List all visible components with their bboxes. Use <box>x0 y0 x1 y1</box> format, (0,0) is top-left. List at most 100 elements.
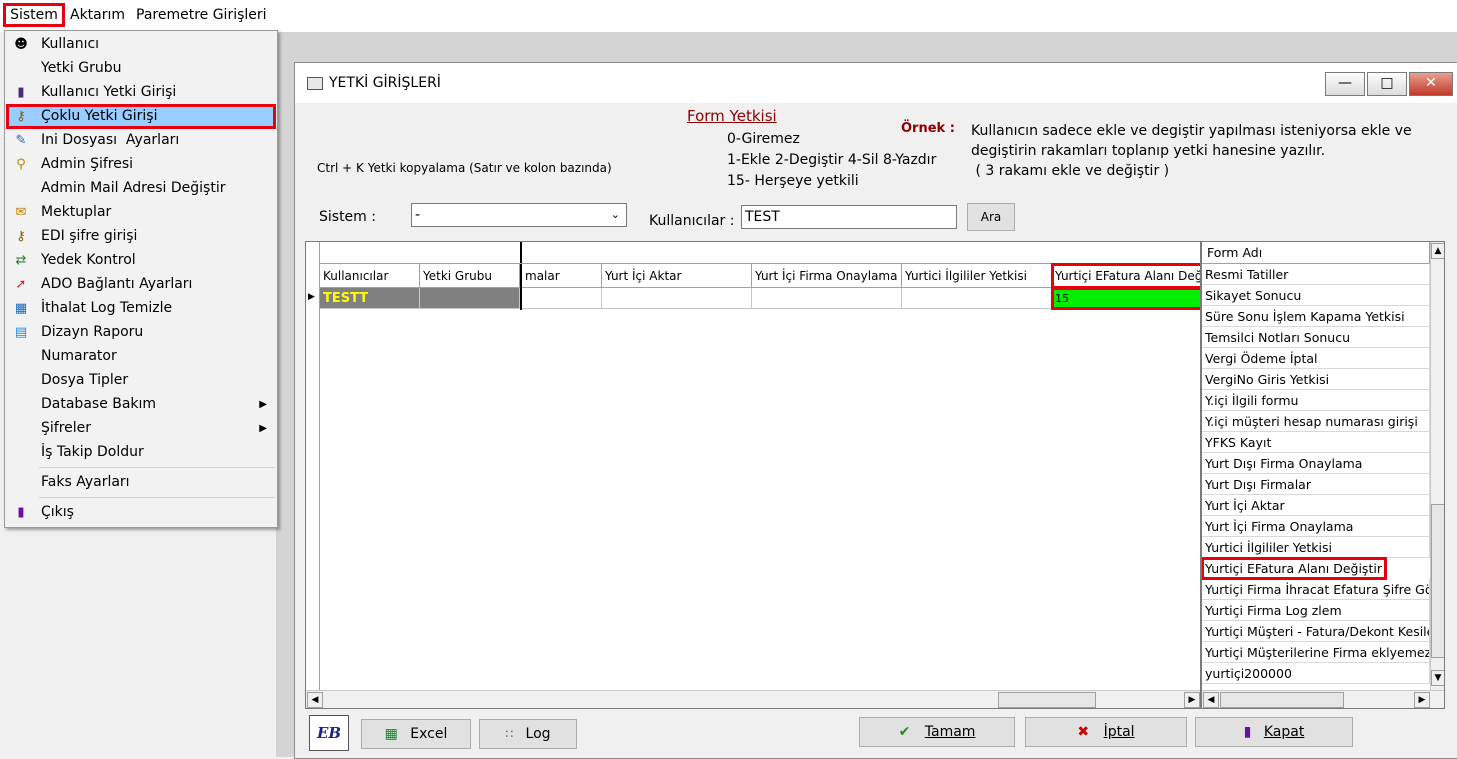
copy-hint: Ctrl + K Yetki kopyalama (Satır ve kolon… <box>317 161 612 175</box>
menu-paremetre-girisleri[interactable]: Paremetre Girişleri <box>134 4 269 26</box>
menu-item-is-takip[interactable]: İş Takip Doldur <box>7 441 275 464</box>
grid-header-yurtici-ilgililer[interactable]: Yurtici İlgililer Yetkisi <box>902 264 1052 288</box>
menu-item-ithalat-log[interactable]: ▦ İthalat Log Temizle <box>7 297 275 320</box>
grid-header-yurt-ici-aktar[interactable]: Yurt İçi Aktar <box>602 264 752 288</box>
scroll-down-icon[interactable]: ▼ <box>1431 670 1444 686</box>
menu-item-kullanici-yetki-girisi[interactable]: ▮ Kullanıcı Yetki Girişi <box>7 81 275 104</box>
grid-header-yetki-grubu[interactable]: Yetki Grubu <box>420 264 520 288</box>
list-item[interactable]: Yurt Dışı Firmalar <box>1202 474 1430 495</box>
list-hscrollbar[interactable]: ◀ ▶ <box>1202 690 1444 708</box>
list-item[interactable]: VergiNo Giris Yetkisi <box>1202 369 1430 390</box>
scroll-right-icon[interactable]: ▶ <box>1184 692 1200 708</box>
list-item[interactable]: Yurtiçi Müşterilerine Firma eklyemez <box>1202 642 1430 663</box>
grid-cell-group[interactable] <box>420 288 520 309</box>
menu-aktarim[interactable]: Aktarım <box>68 4 127 26</box>
log-button-label: Log <box>525 726 551 742</box>
kapat-button[interactable]: ▮ Kapat <box>1195 717 1353 747</box>
submenu-arrow-icon: ▶ <box>259 423 267 434</box>
list-item[interactable]: Yurtiçi Firma Log zlem <box>1202 600 1430 621</box>
form-list[interactable]: Form Adı Resmi Tatiller Sikayet Sonucu S… <box>1201 241 1445 709</box>
excel-icon: ▦ <box>384 726 398 742</box>
edit-file-icon: ✎ <box>15 133 27 148</box>
backup-icon: ⇄ <box>15 253 27 268</box>
scroll-left-icon[interactable]: ◀ <box>1203 692 1219 708</box>
scroll-right-icon[interactable]: ▶ <box>1414 692 1430 708</box>
menu-item-cikis[interactable]: ▮ Çıkış <box>7 501 275 524</box>
close-icon[interactable]: ✕ <box>1409 72 1453 96</box>
tamam-button[interactable]: ✔ Tamam <box>859 717 1015 747</box>
grid-cell-malar[interactable] <box>522 288 602 309</box>
menu-item-mektuplar[interactable]: ✉ Mektuplar <box>7 201 275 224</box>
menu-item-admin-mail[interactable]: Admin Mail Adresi Değiştir <box>7 177 275 200</box>
list-item[interactable]: Y.içi İlgili formu <box>1202 390 1430 411</box>
grid-band-header <box>320 242 1200 264</box>
list-item[interactable]: YFKS Kayıt <box>1202 432 1430 453</box>
grid-header-yurt-ici-firma-onaylama[interactable]: Yurt İçi Firma Onaylama <box>752 264 902 288</box>
list-hscroll-thumb[interactable] <box>1220 692 1344 708</box>
iptal-button-label: İptal <box>1103 724 1135 740</box>
log-button[interactable]: ∷ Log <box>479 719 577 749</box>
list-item[interactable]: Vergi Ödeme İptal <box>1202 348 1430 369</box>
grid-header-efatura[interactable]: Yurtiçi EFatura Alanı Değ <box>1051 263 1200 289</box>
menu-item-dosya-tipler[interactable]: Dosya Tipler <box>7 369 275 392</box>
list-item[interactable]: Yurt İçi Firma Onaylama <box>1202 516 1430 537</box>
list-vscroll-thumb[interactable] <box>1431 504 1444 658</box>
sistem-label: Sistem : <box>319 209 376 225</box>
kapat-button-label: Kapat <box>1263 724 1305 740</box>
menu-item-database-bakim[interactable]: Database Bakım ▶ <box>7 393 275 416</box>
list-item[interactable]: Yurtici İlgililer Yetkisi <box>1202 537 1430 558</box>
permissions-grid[interactable]: Kullanıcılar Yetki Grubu malar Yurt İçi … <box>305 241 1201 709</box>
minimize-icon[interactable]: — <box>1325 72 1365 96</box>
menu-item-coklu-yetki-girisi[interactable]: ⚷ Çoklu Yetki Girişi <box>6 104 276 129</box>
list-item[interactable]: Sikayet Sonucu <box>1202 285 1430 306</box>
list-item[interactable]: Yurtiçi Firma İhracat Efatura Şifre Göst… <box>1202 579 1430 600</box>
grid-cell-efatura[interactable]: 15 <box>1051 287 1200 310</box>
list-item[interactable]: Süre Sonu İşlem Kapama Yetkisi <box>1202 306 1430 327</box>
grid-cell-user[interactable]: TESTT <box>320 288 420 309</box>
check-icon: ✔ <box>898 724 911 740</box>
list-item[interactable]: Yurtiçi Müşteri - Fatura/Dekont Kesilebi… <box>1202 621 1430 642</box>
menu-item-yedek-kontrol[interactable]: ⇄ Yedek Kontrol <box>7 249 275 272</box>
list-vscrollbar[interactable]: ▲ ▼ <box>1430 242 1444 690</box>
grid-hscroll-thumb[interactable] <box>998 692 1096 708</box>
excel-button[interactable]: ▦ Excel <box>361 719 471 749</box>
list-item[interactable]: Yurt Dışı Firma Onaylama <box>1202 453 1430 474</box>
menu-sistem[interactable]: Sistem <box>3 3 65 27</box>
list-item[interactable]: Resmi Tatiller <box>1202 264 1430 285</box>
grid-header-kullanicilar[interactable]: Kullanıcılar <box>320 264 420 288</box>
submenu-arrow-icon: ▶ <box>259 399 267 410</box>
menu-item-sifreler[interactable]: Şifreler ▶ <box>7 417 275 440</box>
menu-item-ado-baglanti[interactable]: ➚ ADO Bağlantı Ayarları <box>7 273 275 296</box>
list-item[interactable]: Y.içi müşteri hesap numarası girişi <box>1202 411 1430 432</box>
list-item[interactable]: yurtiçi200000 <box>1202 663 1430 684</box>
form-list-header[interactable]: Form Adı <box>1202 242 1430 264</box>
kullanicilar-input[interactable]: TEST <box>741 205 957 229</box>
iptal-button[interactable]: ✖ İptal <box>1025 717 1187 747</box>
menu-item-dizayn-raporu[interactable]: ▤ Dizayn Raporu <box>7 321 275 344</box>
exit-icon: ▮ <box>17 505 25 520</box>
menu-item-edi-sifre[interactable]: ⚷ EDI şifre girişi <box>7 225 275 248</box>
keys-icon: ⚷ <box>16 109 26 124</box>
menu-item-yetki-grubu[interactable]: Yetki Grubu <box>7 57 275 80</box>
list-item[interactable]: Temsilci Notları Sonucu <box>1202 327 1430 348</box>
maximize-icon[interactable]: □ <box>1367 72 1407 96</box>
grid-cell-yurt-ici-aktar[interactable] <box>602 288 752 309</box>
grid-cell-ilgililer[interactable] <box>902 288 1052 309</box>
scroll-left-icon[interactable]: ◀ <box>307 692 323 708</box>
sistem-select-value: - <box>415 207 421 223</box>
list-item[interactable]: Yurt İçi Aktar <box>1202 495 1430 516</box>
grid-hscrollbar[interactable]: ◀ ▶ <box>306 690 1200 708</box>
menu-item-faks-ayarlari[interactable]: Faks Ayarları <box>7 471 275 494</box>
grid-cell-firma-onaylama[interactable] <box>752 288 902 309</box>
menu-item-ini-dosyasi[interactable]: ✎ Ini Dosyası Ayarları <box>7 129 275 152</box>
list-item-efatura-selected[interactable]: Yurtiçi EFatura Alanı Değiştir <box>1202 557 1387 580</box>
menu-item-numarator[interactable]: Numarator <box>7 345 275 368</box>
menu-item-kullanici[interactable]: ☻ Kullanıcı <box>7 33 275 56</box>
ara-button[interactable]: Ara <box>967 203 1015 231</box>
eb-logo-button[interactable]: EB <box>309 715 349 751</box>
sistem-select[interactable]: - ⌄ <box>411 203 627 227</box>
menu-separator <box>39 467 275 468</box>
grid-header-malar[interactable]: malar <box>522 264 602 288</box>
menu-item-admin-sifresi[interactable]: ⚲ Admin Şifresi <box>7 153 275 176</box>
scroll-up-icon[interactable]: ▲ <box>1431 243 1444 259</box>
